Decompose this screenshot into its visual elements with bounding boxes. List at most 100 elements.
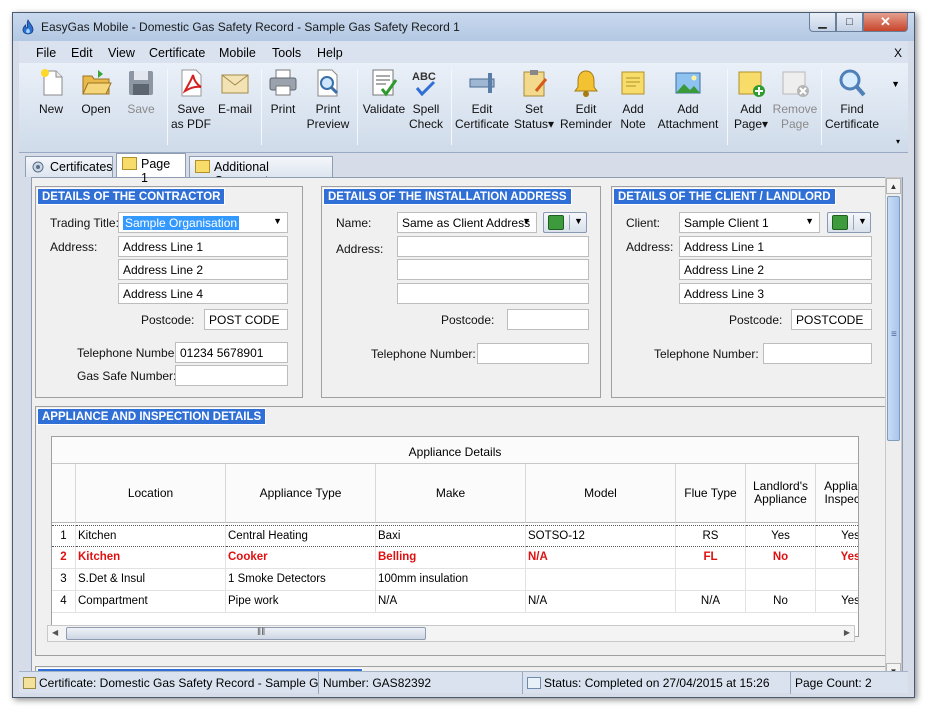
menu-edit[interactable]: Edit — [71, 46, 93, 60]
postcode-field[interactable]: POST CODE — [204, 309, 288, 330]
app-flame-icon — [22, 19, 34, 35]
client-postcode-field[interactable]: POSTCODE — [791, 309, 872, 330]
new-button[interactable]: New — [36, 67, 66, 117]
client-address-line-2-field[interactable]: Address Line 2 — [679, 259, 872, 280]
tab-additional-comments[interactable]: Additional Comments — [189, 156, 333, 188]
menu-help[interactable]: Help — [317, 46, 343, 60]
column-header-appliance-type[interactable]: Appliance Type — [226, 464, 376, 523]
page-vertical-scrollbar[interactable]: ▲ ≡ ▼ — [885, 177, 902, 680]
installation-address-line-2-field[interactable] — [397, 259, 589, 280]
toolbar-overflow-icon[interactable]: ▼ — [891, 79, 900, 89]
address-line-2-field[interactable]: Address Line 2 — [118, 259, 288, 280]
table-row[interactable]: 2 Kitchen Cooker Belling N/A FL No Yes — [52, 547, 858, 569]
table-row[interactable]: 1 Kitchen Central Heating Baxi SOTSO-12 … — [52, 525, 858, 547]
save-as-pdf-button[interactable]: Save as PDF — [169, 67, 213, 132]
envelope-icon — [221, 74, 249, 94]
table-row[interactable]: 4 Compartment Pipe work N/A N/A N/A No Y… — [52, 591, 858, 613]
pdf-icon — [181, 69, 202, 97]
email-button[interactable]: E-mail — [215, 67, 255, 117]
installation-name-label: Name: — [336, 216, 372, 230]
client-telephone-label: Telephone Number: — [654, 347, 759, 361]
print-preview-button[interactable]: Print Preview — [305, 67, 351, 132]
print-preview-icon — [317, 69, 339, 97]
spell-check-button[interactable]: ABC Spell Check — [408, 67, 444, 132]
validate-button[interactable]: Validate — [359, 67, 409, 117]
add-note-button[interactable]: Add Note — [613, 67, 653, 132]
installation-postcode-label: Postcode: — [441, 313, 495, 327]
print-button[interactable]: Print — [265, 67, 301, 117]
installation-name-select[interactable]: Same as Client Address ▼ — [397, 212, 537, 233]
save-button[interactable]: Save — [123, 67, 159, 117]
column-header-make[interactable]: Make — [376, 464, 526, 523]
contractor-heading: DETAILS OF THE CONTRACTOR — [37, 188, 226, 205]
postcode-label: Postcode: — [141, 313, 195, 327]
column-header-flue-type[interactable]: Flue Type — [676, 464, 746, 523]
status-clipboard-icon — [523, 70, 548, 97]
column-header-appliance-inspected[interactable]: Appliance Inspected — [816, 464, 858, 523]
spell-check-icon: ABC — [412, 71, 436, 97]
status-completed: Status: Completed on 27/04/2015 at 15:26 — [523, 672, 791, 694]
menu-mobile[interactable]: Mobile — [219, 46, 256, 60]
tab-certificates[interactable]: Certificates — [25, 156, 113, 177]
client-heading: DETAILS OF THE CLIENT / LANDLORD — [613, 188, 836, 205]
close-button[interactable]: ✕ — [863, 13, 908, 32]
client-address-line-1-field[interactable]: Address Line 1 — [679, 236, 872, 257]
page-icon — [122, 157, 137, 170]
set-status-button[interactable]: Set Status▾ — [511, 67, 557, 132]
installation-telephone-field[interactable] — [477, 343, 589, 364]
client-book-picker[interactable]: ▼ — [827, 212, 871, 233]
edit-certificate-button[interactable]: Edit Certificate — [453, 67, 511, 132]
scroll-up-icon[interactable]: ▲ — [886, 178, 901, 194]
mdi-close-button[interactable]: X — [894, 46, 902, 60]
status-number: Number: GAS82392 — [319, 672, 523, 694]
address-book-picker[interactable]: ▼ — [543, 212, 587, 233]
installation-address-line-3-field[interactable] — [397, 283, 589, 304]
tab-page-1[interactable]: Page 1 — [116, 153, 186, 185]
edit-reminder-button[interactable]: Edit Reminder — [559, 67, 613, 132]
telephone-field[interactable]: 01234 5678901 — [175, 342, 288, 363]
trading-title-select[interactable]: Sample Organisation ▼ — [118, 212, 288, 233]
add-page-button[interactable]: Add Page▾ — [731, 67, 771, 132]
remove-page-button[interactable]: Remove Page — [771, 67, 819, 132]
appliance-panel: APPLIANCE AND INSPECTION DETAILS Applian… — [35, 406, 887, 656]
status-page-count: Page Count: 2 — [795, 676, 872, 690]
menu-tools[interactable]: Tools — [272, 46, 301, 60]
client-select[interactable]: Sample Client 1 ▼ — [679, 212, 820, 233]
scroll-left-icon[interactable]: ◀ — [52, 628, 58, 637]
vertical-scroll-thumb[interactable]: ≡ — [887, 196, 900, 441]
address-line-3-field[interactable]: Address Line 4 — [118, 283, 288, 304]
table-row[interactable]: 3 S.Det & Insul 1 Smoke Detectors 100mm … — [52, 569, 858, 591]
gas-safe-number-label: Gas Safe Number: — [77, 369, 177, 383]
column-header-landlords-appliance[interactable]: Landlord's Appliance — [746, 464, 816, 523]
note-icon — [621, 71, 645, 95]
installation-address-line-1-field[interactable] — [397, 236, 589, 257]
gas-safe-number-field[interactable] — [175, 365, 288, 386]
address-line-1-field[interactable]: Address Line 1 — [118, 236, 288, 257]
menu-view[interactable]: View — [108, 46, 135, 60]
scroll-right-icon[interactable]: ▶ — [844, 628, 850, 637]
add-attachment-button[interactable]: Add Attachment — [653, 67, 723, 132]
grid-caption: Appliance Details — [52, 437, 858, 464]
app-window: EasyGas Mobile - Domestic Gas Safety Rec… — [12, 12, 915, 698]
chevron-down-icon: ▼ — [522, 216, 531, 226]
tab-strip: Certificates Page 1 Additional Comments — [19, 153, 908, 188]
page-icon — [195, 160, 210, 173]
client-telephone-field[interactable] — [763, 343, 872, 364]
address-book-icon — [548, 215, 564, 230]
installation-postcode-field[interactable] — [507, 309, 589, 330]
installation-telephone-label: Telephone Number: — [371, 347, 476, 361]
horizontal-scroll-thumb[interactable]: ‖‖ — [66, 627, 426, 640]
status-certificate: Certificate: Domestic Gas Safety Record … — [19, 672, 319, 694]
appliance-grid: Appliance Details Location Appliance Typ… — [51, 436, 859, 637]
minimize-button[interactable]: ▁ — [809, 13, 836, 32]
maximize-button[interactable]: □ — [836, 13, 863, 32]
column-header-model[interactable]: Model — [526, 464, 676, 523]
menu-certificate[interactable]: Certificate — [149, 46, 205, 60]
client-address-line-3-field[interactable]: Address Line 3 — [679, 283, 872, 304]
column-header-location[interactable]: Location — [76, 464, 226, 523]
grid-horizontal-scrollbar[interactable]: ◀ ‖‖ ▶ — [47, 625, 855, 642]
menu-file[interactable]: File — [36, 46, 56, 60]
find-certificate-button[interactable]: Find Certificate — [823, 67, 881, 132]
toolbar-options-icon[interactable]: ▾ — [896, 137, 900, 146]
open-button[interactable]: Open — [78, 67, 114, 117]
